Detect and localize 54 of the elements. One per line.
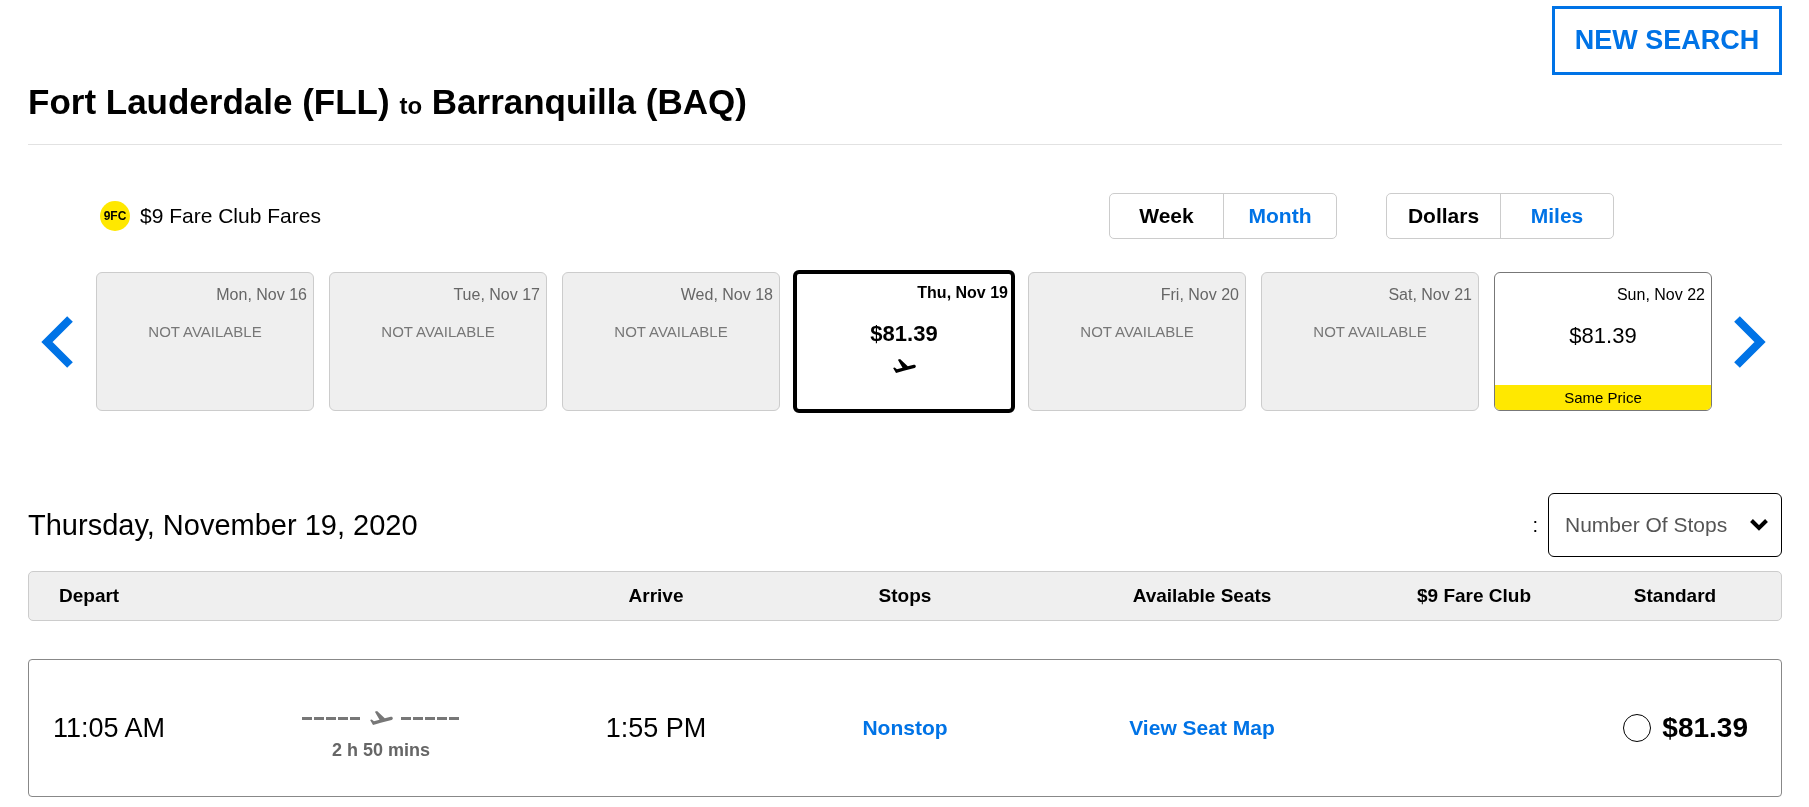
date-card[interactable]: Fri, Nov 20 NOT AVAILABLE: [1028, 272, 1246, 411]
date-card[interactable]: Mon, Nov 16 NOT AVAILABLE: [96, 272, 314, 411]
date-heading: Thursday, November 19, 2020: [28, 508, 418, 543]
period-tab[interactable]: Month: [1223, 194, 1336, 238]
column-header: Arrive: [628, 583, 684, 608]
airplane-icon: [892, 359, 916, 373]
card-date: Tue, Nov 17: [453, 285, 541, 305]
availability-status: NOT AVAILABLE: [148, 322, 262, 342]
previous-dates-button[interactable]: [40, 315, 75, 368]
card-date: Mon, Nov 16: [216, 285, 308, 305]
route-title: Fort Lauderdale (FLL) to Barranquilla (BAQ): [28, 82, 747, 123]
card-date: Sat, Nov 21: [1388, 285, 1473, 305]
column-header: Standard: [1633, 583, 1717, 608]
fare-club-badge: 9FC: [100, 201, 130, 231]
date-card[interactable]: Thu, Nov 19 $81.39: [793, 270, 1015, 413]
card-date: Sun, Nov 22: [1616, 285, 1706, 305]
availability-status: NOT AVAILABLE: [1080, 322, 1194, 342]
column-header: $9 Fare Club: [1416, 583, 1531, 608]
availability-status: NOT AVAILABLE: [1313, 322, 1427, 342]
depart-time: 11:05 AM: [53, 711, 166, 745]
chevron-down-icon: [1749, 518, 1769, 532]
currency-tab[interactable]: Miles: [1500, 194, 1613, 238]
chevron-left-icon: [40, 315, 75, 368]
flight-duration: 2 h 50 mins: [331, 740, 430, 761]
availability-status: NOT AVAILABLE: [614, 322, 728, 342]
card-date: Thu, Nov 19: [917, 283, 1009, 303]
dashed-line: [301, 716, 362, 720]
card-date: Fri, Nov 20: [1160, 285, 1240, 305]
period-tab[interactable]: Week: [1110, 194, 1223, 238]
date-card[interactable]: Tue, Nov 17 NOT AVAILABLE: [329, 272, 547, 411]
card-date: Wed, Nov 18: [680, 285, 774, 305]
date-card[interactable]: Wed, Nov 18 NOT AVAILABLE: [562, 272, 780, 411]
same-price-banner: Same Price: [1495, 385, 1711, 410]
currency-tab[interactable]: Dollars: [1387, 194, 1500, 238]
column-header: Depart: [59, 583, 120, 608]
date-card[interactable]: Sat, Nov 21 NOT AVAILABLE: [1261, 272, 1479, 411]
legend-label: $9 Fare Club Fares: [140, 203, 321, 230]
fare-price: $81.39: [1662, 711, 1748, 745]
date-card[interactable]: Sun, Nov 22 $81.39 Same Price: [1494, 272, 1712, 411]
column-header: Stops: [878, 583, 932, 608]
arrive-time: 1:55 PM: [605, 711, 707, 745]
sort-dropdown[interactable]: Number Of Stops: [1548, 493, 1782, 557]
availability-status: NOT AVAILABLE: [381, 322, 495, 342]
stops-link[interactable]: Nonstop: [862, 712, 948, 744]
dashed-line: [400, 716, 461, 720]
airplane-icon: [369, 711, 393, 725]
new-search-button[interactable]: NEW SEARCH: [1552, 6, 1782, 75]
sort-label: :: [1532, 513, 1538, 538]
next-dates-button[interactable]: [1734, 315, 1767, 368]
chevron-right-icon: [1734, 315, 1767, 368]
card-price: $81.39: [870, 321, 938, 347]
column-header: Available Seats: [1132, 583, 1272, 608]
card-price: $81.39: [1569, 323, 1637, 349]
seat-map-link[interactable]: View Seat Map: [1129, 712, 1275, 744]
